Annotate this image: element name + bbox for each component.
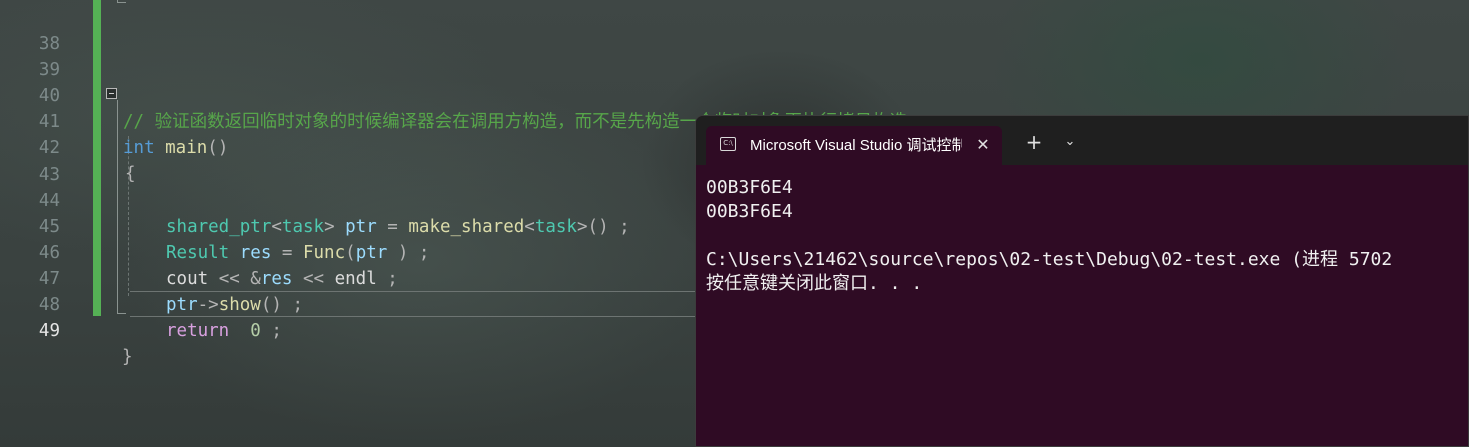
close-tab-button[interactable]: ✕ <box>972 134 994 156</box>
fold-guide-top <box>117 0 126 3</box>
output-line: 00B3F6E4 <box>706 177 793 198</box>
keyword: return <box>166 321 230 341</box>
terminal-output[interactable]: 00B3F6E4 00B3F6E4 C:\Users\21462\source\… <box>706 176 1466 296</box>
close-brace: } <box>122 347 133 367</box>
code-line[interactable]: 39 <box>0 31 1469 80</box>
code-line[interactable]: 38 <box>0 5 1469 54</box>
output-line: C:\Users\21462\source\repos\02-test\Debu… <box>706 249 1393 270</box>
number-literal: 0 <box>229 321 261 341</box>
output-line: 00B3F6E4 <box>706 201 793 222</box>
code-line[interactable]: 41 int main() <box>0 83 1469 158</box>
terminal-tab[interactable]: C:\ Microsoft Visual Studio 调试控制台 ✕ <box>706 126 1002 165</box>
code-line[interactable]: 40 // 验证函数返回临时对象的时候编译器会在调用方构造，而不是先构造一个临时… <box>0 57 1469 132</box>
new-tab-button[interactable]: + <box>1020 128 1048 156</box>
tab-title: Microsoft Visual Studio 调试控制台 <box>750 137 962 154</box>
console-icon: C:\ <box>720 137 736 151</box>
terminal-titlebar[interactable]: C:\ Microsoft Visual Studio 调试控制台 ✕ + ⌄ <box>696 116 1468 165</box>
output-line: 按任意键关闭此窗口. . . <box>706 273 923 294</box>
line-number: 49 <box>38 321 60 341</box>
punctuation: ; <box>260 321 282 341</box>
chevron-down-icon[interactable]: ⌄ <box>1056 128 1084 156</box>
terminal-window[interactable]: C:\ Microsoft Visual Studio 调试控制台 ✕ + ⌄ … <box>695 115 1469 447</box>
